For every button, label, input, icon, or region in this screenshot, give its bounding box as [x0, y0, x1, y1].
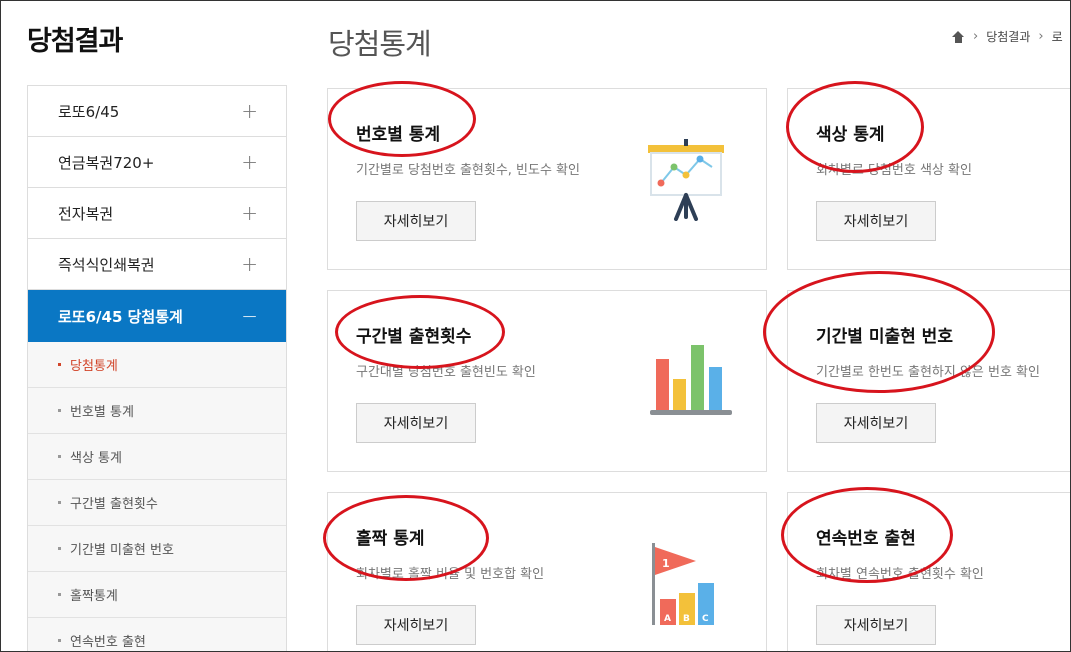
chevron-right-icon: ›	[1038, 29, 1044, 44]
submenu-label: 당첨통계	[70, 359, 118, 374]
sidebar-item-lotto645[interactable]: 로또6/45 +	[28, 86, 286, 137]
stat-card-odd-even: 홀짝 통계 회차별로 홀짝 비율 및 번호합 확인 자세히보기 1 A B C	[327, 492, 767, 651]
presentation-chart-icon	[648, 139, 724, 221]
svg-text:A: A	[664, 614, 671, 624]
submenu-item-odd-even[interactable]: 홀짝통계	[28, 572, 286, 618]
bullet-icon	[58, 455, 61, 458]
svg-text:B: B	[683, 614, 690, 624]
detail-button[interactable]: 자세히보기	[816, 403, 936, 443]
sidebar-item-instant-print[interactable]: 즉석식인쇄복권 +	[28, 239, 286, 290]
flag-abc-chart-icon: 1 A B C	[652, 543, 714, 625]
submenu-label: 연속번호 출현	[70, 635, 146, 650]
submenu-item-consecutive[interactable]: 연속번호 출현	[28, 618, 286, 651]
sidebar-item-label: 즉석식인쇄복권	[58, 255, 155, 274]
bullet-icon	[58, 363, 61, 366]
expand-icon[interactable]: +	[241, 99, 258, 123]
card-description: 기간별로 당첨번호 출현횟수, 빈도수 확인	[356, 163, 580, 178]
submenu-item-range-stats[interactable]: 구간별 출현횟수	[28, 480, 286, 526]
expand-icon[interactable]: +	[241, 252, 258, 276]
sidebar-item-label: 로또6/45	[58, 102, 120, 121]
svg-text:C: C	[702, 614, 709, 624]
sidebar-item-label: 로또6/45 당첨통계	[58, 307, 183, 326]
card-title: 색상 통계	[816, 125, 885, 145]
submenu-item-color-stats[interactable]: 색상 통계	[28, 434, 286, 480]
breadcrumb-item[interactable]: 로	[1052, 28, 1063, 45]
card-description: 회차별로 홀짝 비율 및 번호합 확인	[356, 567, 545, 582]
sidebar-item-pension720[interactable]: 연금복권720+ +	[28, 137, 286, 188]
page-title: 당첨통계	[328, 27, 432, 61]
submenu-label: 홀짝통계	[70, 589, 118, 604]
bullet-icon	[58, 639, 61, 642]
stat-card-missing: 기간별 미출현 번호 기간별로 한번도 출현하지 않은 번호 확인 자세히보기	[787, 290, 1070, 472]
stat-card-range: 구간별 출현횟수 구간대별 당첨번호 출현빈도 확인 자세히보기	[327, 290, 767, 472]
submenu-label: 번호별 통계	[70, 405, 134, 420]
sidebar-nav: 로또6/45 + 연금복권720+ + 전자복권 + 즉석식인쇄복권 + 로또6…	[27, 85, 287, 651]
sidebar-item-lotto-stats[interactable]: 로또6/45 당첨통계 −	[28, 290, 286, 342]
detail-button[interactable]: 자세히보기	[816, 605, 936, 645]
card-description: 구간대별 당첨번호 출현빈도 확인	[356, 365, 536, 380]
detail-button[interactable]: 자세히보기	[356, 605, 476, 645]
page-frame: 당첨결과 로또6/45 + 연금복권720+ + 전자복권 + 즉석식인쇄복권 …	[0, 0, 1071, 652]
submenu-label: 구간별 출현횟수	[70, 497, 158, 512]
svg-text:1: 1	[662, 557, 670, 570]
breadcrumb-item[interactable]: 당첨결과	[986, 28, 1030, 45]
card-description: 회차별로 당첨번호 색상 확인	[816, 163, 972, 178]
sidebar-item-label: 연금복권720+	[58, 153, 155, 172]
breadcrumb: › 당첨결과 › 로	[952, 28, 1063, 45]
bar-chart-icon	[650, 345, 732, 415]
expand-icon[interactable]: +	[241, 201, 258, 225]
submenu-label: 색상 통계	[70, 451, 122, 466]
submenu-item-winning-stats[interactable]: 당첨통계	[28, 342, 286, 388]
card-description: 기간별로 한번도 출현하지 않은 번호 확인	[816, 365, 1040, 380]
home-icon[interactable]	[952, 30, 965, 43]
collapse-icon[interactable]: −	[241, 304, 258, 328]
chevron-right-icon: ›	[973, 29, 979, 44]
card-title: 번호별 통계	[356, 125, 441, 145]
detail-button[interactable]: 자세히보기	[356, 403, 476, 443]
detail-button[interactable]: 자세히보기	[356, 201, 476, 241]
detail-button[interactable]: 자세히보기	[816, 201, 936, 241]
card-title: 홀짝 통계	[356, 529, 425, 549]
bullet-icon	[58, 501, 61, 504]
stat-card-color: 색상 통계 회차별로 당첨번호 색상 확인 자세히보기	[787, 88, 1070, 270]
sidebar-item-e-lottery[interactable]: 전자복권 +	[28, 188, 286, 239]
stat-card-consecutive: 연속번호 출현 회차별 연속번호 출현횟수 확인 자세히보기	[787, 492, 1070, 651]
submenu-item-missing-numbers[interactable]: 기간별 미출현 번호	[28, 526, 286, 572]
expand-icon[interactable]: +	[241, 150, 258, 174]
sidebar-item-label: 전자복권	[58, 204, 114, 223]
submenu-label: 기간별 미출현 번호	[70, 543, 174, 558]
bullet-icon	[58, 547, 61, 550]
sidebar-title: 당첨결과	[27, 26, 123, 57]
submenu-item-number-stats[interactable]: 번호별 통계	[28, 388, 286, 434]
bullet-icon	[58, 409, 61, 412]
sidebar-submenu: 당첨통계 번호별 통계 색상 통계 구간별 출현횟수 기간별 미출현 번호 홀짝…	[28, 342, 286, 651]
card-description: 회차별 연속번호 출현횟수 확인	[816, 567, 984, 582]
card-title: 기간별 미출현 번호	[816, 327, 953, 347]
stat-card-number: 번호별 통계 기간별로 당첨번호 출현횟수, 빈도수 확인 자세히보기	[327, 88, 767, 270]
card-title: 연속번호 출현	[816, 529, 916, 549]
bullet-icon	[58, 593, 61, 596]
card-title: 구간별 출현횟수	[356, 327, 472, 347]
